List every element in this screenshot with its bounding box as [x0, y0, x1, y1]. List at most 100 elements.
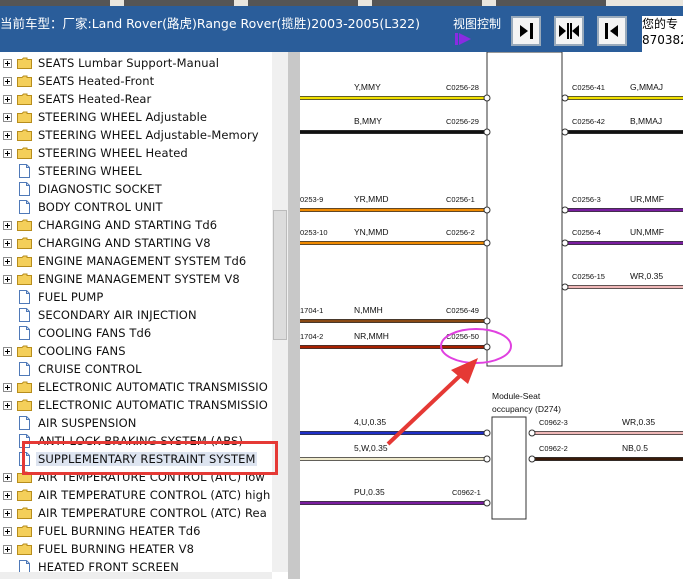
user-line-1: 您的专	[642, 17, 679, 31]
document-icon	[19, 362, 30, 376]
tree-item-label: COOLING FANS	[38, 344, 126, 358]
tree-item[interactable]: STEERING WHEEL Adjustable	[0, 109, 272, 127]
tree-item[interactable]: ENGINE MANAGEMENT SYSTEM Td6	[0, 253, 272, 271]
expand-icon[interactable]	[3, 545, 12, 554]
pin-label: C0962-3	[539, 418, 568, 427]
document-icon	[19, 326, 30, 340]
tree-item-label: STEERING WHEEL Heated	[38, 146, 188, 160]
ref-label: 1704-1	[300, 306, 323, 315]
tree-item-label: STEERING WHEEL Adjustable	[38, 110, 208, 124]
wire-label: UN,MMF	[630, 227, 664, 237]
expand-icon[interactable]	[3, 239, 12, 248]
tree-item[interactable]: CHARGING AND STARTING V8	[0, 235, 272, 253]
tree-item-label: ENGINE MANAGEMENT SYSTEM Td6	[38, 254, 247, 268]
tree-item[interactable]: CRUISE CONTROL	[0, 361, 272, 379]
tree-item[interactable]: ENGINE MANAGEMENT SYSTEM V8	[0, 271, 272, 289]
module-seat-occupancy	[491, 416, 527, 520]
tree-item-label: SEATS Lumbar Support-Manual	[38, 56, 220, 70]
wire-label: NR,MMH	[354, 331, 389, 341]
expand-icon[interactable]	[3, 509, 12, 518]
document-icon	[19, 200, 30, 214]
pin-label: C0256-3	[572, 195, 601, 204]
wire-label: UR,MMF	[630, 194, 664, 204]
expand-icon[interactable]	[3, 131, 12, 140]
connector-pin	[483, 128, 491, 136]
tree-item-label: BODY CONTROL UNIT	[38, 200, 163, 214]
tree-item[interactable]: COOLING FANS	[0, 343, 272, 361]
folder-icon	[17, 111, 32, 123]
tree-item[interactable]: CHARGING AND STARTING Td6	[0, 217, 272, 235]
expand-icon[interactable]	[3, 77, 12, 86]
expand-icon[interactable]	[3, 347, 12, 356]
tree-item[interactable]: ELECTRONIC AUTOMATIC TRANSMISSIO	[0, 379, 272, 397]
wire-label: YN,MMD	[354, 227, 388, 237]
folder-icon	[17, 219, 32, 231]
tree-item[interactable]: HEATED FRONT SCREEN	[0, 559, 272, 572]
tree-item[interactable]: SEATS Heated-Front	[0, 73, 272, 91]
pin-label: C0256-42	[572, 117, 605, 126]
view-right-panel-button[interactable]	[597, 16, 627, 46]
tree-item-label: STEERING WHEEL	[38, 164, 142, 178]
folder-icon	[17, 507, 32, 519]
tree-item[interactable]: COOLING FANS Td6	[0, 325, 272, 343]
expand-icon[interactable]	[3, 59, 12, 68]
tree-item[interactable]: SEATS Lumbar Support-Manual	[0, 55, 272, 73]
tree-item-label: DIAGNOSTIC SOCKET	[38, 182, 162, 196]
view-left-panel-button[interactable]	[511, 16, 541, 46]
tree-item[interactable]: AIR TEMPERATURE CONTROL (ATC) high	[0, 487, 272, 505]
user-info: 您的专 870382	[642, 16, 683, 52]
tree-item[interactable]: AIR SUSPENSION	[0, 415, 272, 433]
expand-icon[interactable]	[3, 95, 12, 104]
panel-splitter[interactable]	[288, 52, 300, 579]
wire-label: B,MMAJ	[630, 116, 662, 126]
connector-pin	[483, 429, 491, 437]
tab-1[interactable]	[0, 0, 110, 6]
tree-item-label: STEERING WHEEL Adjustable-Memory	[38, 128, 259, 142]
tree-item[interactable]: DIAGNOSTIC SOCKET	[0, 181, 272, 199]
wire-label: 5,W,0.35	[354, 443, 388, 453]
expand-icon[interactable]	[3, 527, 12, 536]
expand-icon[interactable]	[3, 275, 12, 284]
tab-4[interactable]	[372, 0, 482, 6]
tab-5[interactable]	[496, 0, 606, 6]
tree-item[interactable]: STEERING WHEEL Adjustable-Memory	[0, 127, 272, 145]
connector-pin	[483, 455, 491, 463]
tree-item[interactable]: FUEL BURNING HEATER V8	[0, 541, 272, 559]
arrow-right-bar-icon	[520, 23, 533, 39]
wire-label: NB,0.5	[622, 443, 648, 453]
expand-icon[interactable]	[3, 257, 12, 266]
folder-icon	[17, 543, 32, 555]
tree-item-label: AIR TEMPERATURE CONTROL (ATC) high	[38, 488, 271, 502]
expand-icon[interactable]	[3, 113, 12, 122]
view-control-label: 视图控制	[453, 17, 502, 31]
tree-item-label: FUEL PUMP	[38, 290, 104, 304]
folder-icon	[17, 525, 32, 537]
horizontal-scrollbar[interactable]	[0, 572, 272, 579]
view-split-button[interactable]	[554, 16, 584, 46]
tab-3[interactable]	[248, 0, 358, 6]
tree-item[interactable]: SECONDARY AIR INJECTION	[0, 307, 272, 325]
connector-pin	[483, 499, 491, 507]
tree-item[interactable]: STEERING WHEEL Heated	[0, 145, 272, 163]
tree-item[interactable]: BODY CONTROL UNIT	[0, 199, 272, 217]
tab-2[interactable]	[124, 0, 234, 6]
expand-icon[interactable]	[3, 149, 12, 158]
expand-icon[interactable]	[3, 473, 12, 482]
tree-item[interactable]: STEERING WHEEL	[0, 163, 272, 181]
tree-item[interactable]: FUEL PUMP	[0, 289, 272, 307]
expand-icon[interactable]	[3, 383, 12, 392]
expand-icon[interactable]	[3, 221, 12, 230]
module-label: Module-Seat	[492, 391, 541, 401]
expand-icon[interactable]	[3, 401, 12, 410]
tree-item[interactable]: AIR TEMPERATURE CONTROL (ATC) Rea	[0, 505, 272, 523]
play-icon[interactable]	[455, 33, 471, 45]
scrollbar-thumb[interactable]	[273, 210, 287, 340]
top-header-bar: 当前车型：厂家:Land Rover(路虎)Range Rover(揽胜)200…	[0, 0, 683, 52]
tree-item-label: AIR SUSPENSION	[38, 416, 137, 430]
tree-item[interactable]: SEATS Heated-Rear	[0, 91, 272, 109]
pin-label: C0256-15	[572, 272, 605, 281]
tree-item[interactable]: FUEL BURNING HEATER Td6	[0, 523, 272, 541]
folder-icon	[17, 147, 32, 159]
expand-icon[interactable]	[3, 491, 12, 500]
tree-item[interactable]: ELECTRONIC AUTOMATIC TRANSMISSIO	[0, 397, 272, 415]
